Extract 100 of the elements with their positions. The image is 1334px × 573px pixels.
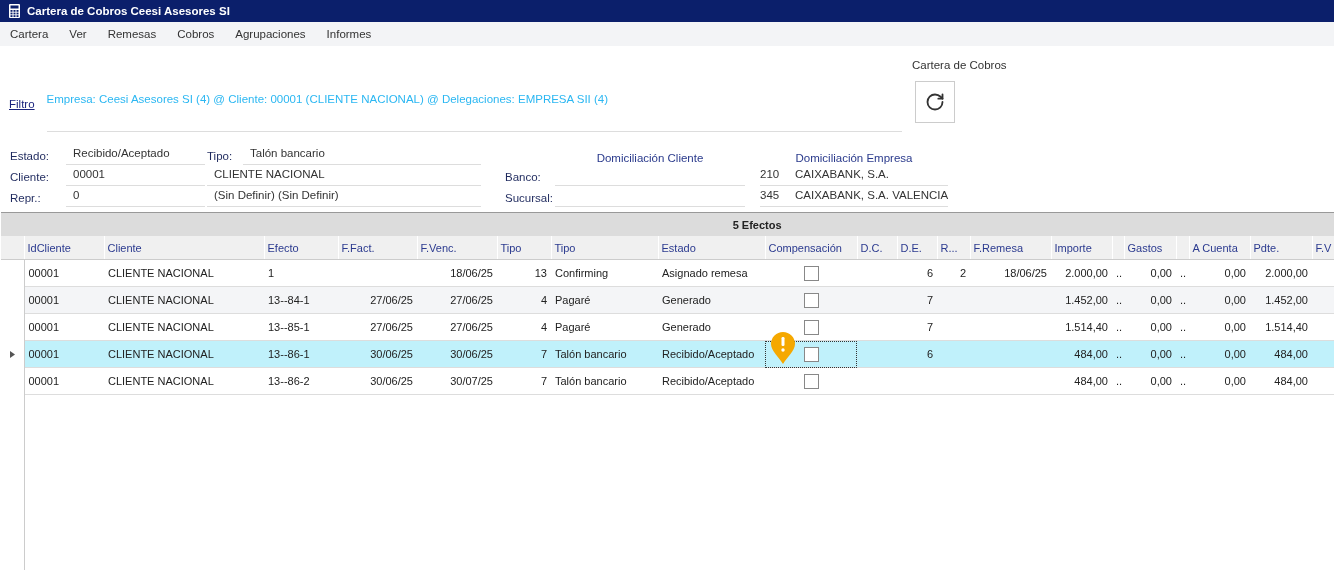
field-label: Cliente: [10,171,50,185]
table-cell: 27/06/25 [370,294,413,306]
checkbox[interactable] [803,373,819,389]
table-cell: 1.452,00 [1065,294,1108,306]
calculator-icon [9,4,20,18]
table-cell: 2.000,00 [1265,267,1308,279]
table-cell: 0,00 [1224,375,1246,387]
table-cell: 0,00 [1150,294,1172,306]
table-cell: 484,00 [1074,375,1108,387]
field-label: Estado: [10,150,50,164]
menu-item[interactable]: Informes [326,28,393,40]
filter-link[interactable]: Filtro [9,98,35,110]
table-cell: 1.452,00 [1265,294,1308,306]
table-row[interactable]: 00001 CLIENTE NACIONAL 13--86-1 30/06/25 30/06/25 7 Talón bancario Recibido/Aceptado 6 484,00 .. 0,00 .. 0,00 484,00 [1,340,1334,368]
table-cell: 00001 [28,294,60,306]
table-cell: 13 [534,267,547,279]
checkbox[interactable] [803,292,819,308]
table-cell: 0,00 [1224,294,1246,306]
table-cell: Confirming [555,267,609,279]
table-cell: 6 [926,348,933,360]
table-cell: 30/07/25 [450,375,493,387]
field-value: 00001 [66,168,205,186]
table-cell: 2.000,00 [1065,267,1108,279]
table-cell: 0,00 [1224,348,1246,360]
field-value: CAIXABANK, S.A. VALENCIA [790,189,948,207]
table-cell: 7 [926,321,933,333]
table-cell: Talón bancario [555,375,627,387]
table-cell: 6 [926,267,933,279]
table-cell: Generado [662,321,711,333]
table-cell: 1.514,40 [1265,321,1308,333]
table-cell: 13--84-1 [268,294,310,306]
field-value: 345 [760,189,790,207]
table-cell: .. [1116,375,1123,387]
table-cell: .. [1116,267,1123,279]
refresh-icon [925,92,945,112]
table-cell: .. [1180,267,1187,279]
table-cell: 27/06/25 [450,294,493,306]
table-cell: 00001 [28,321,60,333]
table-cell: 484,00 [1074,348,1108,360]
table-cell: .. [1180,348,1187,360]
field-label: Tipo: [206,150,234,164]
menu-item[interactable]: Remesas [107,28,178,40]
table-cell: Asignado remesa [662,267,748,279]
table-cell: 0,00 [1150,321,1172,333]
field-value: Talón bancario [243,147,481,165]
table-cell: CLIENTE NACIONAL [108,375,214,387]
refresh-button[interactable] [915,81,955,123]
table-cell: 1 [268,267,275,279]
column-header[interactable]: Cliente [107,241,142,254]
table-cell: 30/06/25 [370,375,413,387]
field-value: 210 [760,168,790,186]
table-cell: 4 [540,294,547,306]
table-cell: Talón bancario [555,348,627,360]
table-cell: 13--86-1 [268,348,310,360]
section-title: Domiciliación Cliente [595,152,705,165]
field-value: 0 [66,189,205,207]
table-cell: Generado [662,294,711,306]
table-cell: Recibido/Aceptado [662,348,755,360]
table-cell: 4 [540,321,547,333]
field-value: CAIXABANK, S.A. [790,168,948,186]
table-cell: CLIENTE NACIONAL [108,348,214,360]
column-header[interactable]: Tipo [554,241,576,254]
table-cell: 13--86-2 [268,375,310,387]
menu-item[interactable]: Agrupaciones [235,28,327,40]
panel-title: Cartera de Cobros [912,59,1007,71]
checkbox[interactable] [803,319,819,335]
filter-text: Empresa: Ceesi Asesores SI (4) @ Cliente: 00001 (CLIENTE NACIONAL) @ Delegaciones: EMPRESA SII (4) [46,93,609,105]
table-cell: 18/06/25 [1004,267,1047,279]
table-cell: 00001 [28,348,60,360]
table-cell: Pagaré [555,294,591,306]
table-cell: Pagaré [555,321,591,333]
checkbox[interactable] [803,265,819,281]
menu-item[interactable]: Cobros [177,28,236,40]
checkbox[interactable] [803,346,819,362]
table-row[interactable]: 00001 CLIENTE NACIONAL 1 18/06/25 13 Confirming Asignado remesa 6 2 18/06/25 2.000,00 .. 0,00 .. 0,00 2.000,00 [1,259,1334,287]
table-cell: 13--85-1 [268,321,310,333]
table-cell: 00001 [28,267,60,279]
group-title: 5 Efectos [732,218,782,231]
table-cell: Recibido/Aceptado [662,375,755,387]
table-cell: CLIENTE NACIONAL [108,267,214,279]
table-cell: 7 [540,348,547,360]
window-title: Cartera de Cobros Ceesi Asesores SI [27,5,230,17]
table-cell: .. [1116,321,1123,333]
table-cell: .. [1116,294,1123,306]
table-cell: .. [1180,321,1187,333]
table-cell: 1.514,40 [1065,321,1108,333]
table-cell: 484,00 [1274,348,1308,360]
table-cell: 00001 [28,375,60,387]
table-cell: 2 [959,267,966,279]
table-cell: 0,00 [1150,267,1172,279]
menu-item[interactable]: Cartera [10,28,70,40]
table-cell: 27/06/25 [450,321,493,333]
field-label: Banco: [505,171,542,185]
table-cell: .. [1180,375,1187,387]
column-header[interactable]: Estado [661,241,696,254]
table-cell: .. [1116,348,1123,360]
table-cell: 0,00 [1150,348,1172,360]
menu-item[interactable]: Ver [69,28,108,40]
table-cell: 0,00 [1224,267,1246,279]
row-indicator-icon [9,351,15,358]
